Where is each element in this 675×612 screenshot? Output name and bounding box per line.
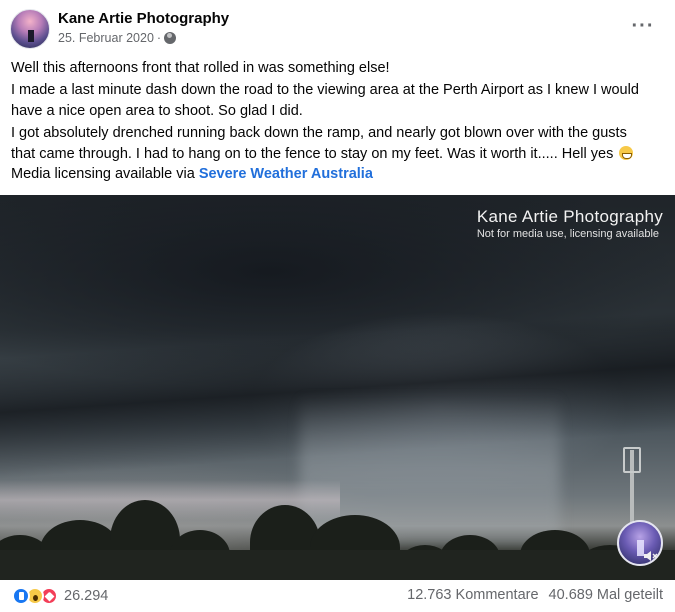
author-avatar[interactable]: [10, 9, 50, 49]
watermark-subtitle: Not for media use, licensing available: [476, 228, 660, 240]
post-text-line: I got absolutely drenched running back d…: [11, 124, 627, 141]
post-footer: 26.294 12.763 Kommentare 40.689 Mal gete…: [0, 582, 675, 612]
watermark-title: Kane Artie Photography: [476, 207, 663, 226]
shares-count[interactable]: 40.689 Mal geteilt: [549, 587, 663, 603]
grinning-emoji-icon: [619, 146, 634, 160]
post-text-line-last: that came through. I had to hang on to t…: [11, 144, 671, 166]
post-text-line: have a nice open area to shoot. So glad …: [11, 103, 303, 119]
light-tower-head: [623, 447, 641, 473]
comments-count[interactable]: 12.763 Kommentare: [407, 587, 538, 603]
reaction-count: 26.294: [64, 588, 109, 604]
facebook-post: Kane Artie Photography 25. Februar 2020 …: [0, 0, 675, 612]
licensing-prefix: Media licensing available via: [11, 166, 195, 182]
mute-button[interactable]: [638, 545, 662, 567]
photo-watermark: Kane Artie Photography Not for media use…: [477, 207, 663, 240]
meta-separator: ·: [156, 31, 162, 45]
globe-icon[interactable]: [164, 32, 177, 44]
post-text-line: that came through. I had to hang on to t…: [11, 146, 614, 162]
post-text-line: I made a last minute dash down the road …: [11, 81, 639, 98]
treeline: [0, 495, 675, 580]
speaker-muted-icon: [644, 551, 658, 561]
like-icon: [12, 587, 30, 605]
post-text: Well this afternoons front that rolled i…: [11, 58, 671, 166]
post-header: Kane Artie Photography 25. Februar 2020 …: [0, 0, 675, 54]
video-player[interactable]: Kane Artie Photography Not for media use…: [0, 195, 675, 580]
more-options-button[interactable]: ···: [629, 12, 657, 40]
post-meta: 25. Februar 2020 ·: [58, 31, 177, 45]
engagement-counts: 12.763 Kommentare 40.689 Mal geteilt: [407, 587, 663, 603]
author-name[interactable]: Kane Artie Photography: [58, 10, 229, 27]
post-date[interactable]: 25. Februar 2020: [58, 31, 154, 45]
licensing-line: Media licensing available via Severe Wea…: [11, 164, 373, 185]
post-text-line: Well this afternoons front that rolled i…: [11, 60, 390, 76]
reactions-summary[interactable]: 26.294: [12, 587, 108, 605]
ground: [0, 550, 675, 580]
licensing-link[interactable]: Severe Weather Australia: [199, 166, 373, 182]
